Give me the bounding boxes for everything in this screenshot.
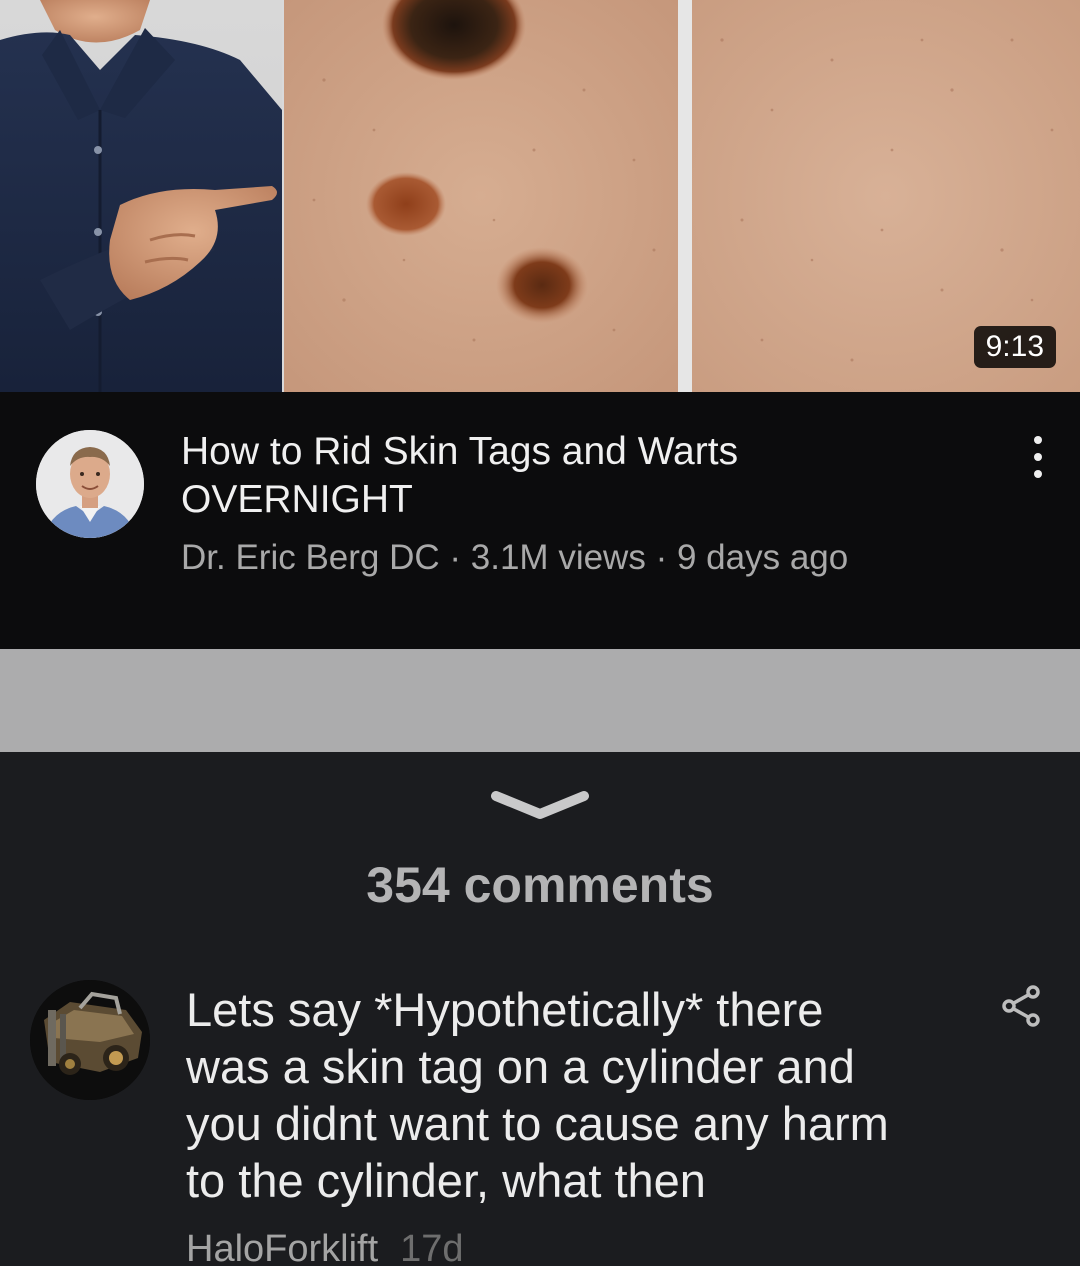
meta-separator: · <box>449 538 462 577</box>
thumbnail-skin-moles-image <box>284 0 678 392</box>
video-title[interactable]: How to Rid Skin Tags and Warts OVERNIGHT <box>181 428 941 524</box>
comment-body: Lets say *Hypothetically* there was a sk… <box>186 981 926 1209</box>
thumbnail-divider <box>678 0 692 392</box>
thumbnail-presenter-image <box>0 0 282 392</box>
comment-line: Lets say *Hypothetically* there <box>186 983 824 1036</box>
video-thumbnail[interactable]: 9:13 <box>0 0 1080 392</box>
channel-avatar[interactable] <box>36 430 144 538</box>
comments-count: 354 comments <box>366 857 714 913</box>
more-vertical-icon <box>1034 436 1042 444</box>
view-count: 3.1M views <box>470 538 646 577</box>
video-info[interactable]: How to Rid Skin Tags and Warts OVERNIGHT… <box>0 392 1080 649</box>
commenter-avatar[interactable] <box>30 980 150 1100</box>
upload-age: 9 days ago <box>676 538 849 577</box>
meta-separator: · <box>655 538 668 577</box>
video-title-line-1: How to Rid Skin Tags and Warts <box>181 430 739 473</box>
section-divider-band <box>0 649 1080 752</box>
channel-name[interactable]: Dr. Eric Berg DC <box>181 538 440 577</box>
more-vertical-icon-dot <box>1034 453 1042 461</box>
comment-line: was a skin tag on a cylinder and <box>186 1040 855 1093</box>
chevron-down-icon[interactable] <box>490 788 590 822</box>
comment-author-name[interactable]: HaloForklift <box>186 1228 378 1266</box>
video-duration-badge: 9:13 <box>973 326 1056 368</box>
comments-panel: 354 comments Lets say *Hypothetically* t… <box>0 752 1080 1266</box>
share-icon[interactable] <box>1000 984 1042 1028</box>
video-metadata: Dr. Eric Berg DC · 3.1M views · 9 days a… <box>181 538 848 578</box>
more-vertical-icon-dot <box>1034 470 1042 478</box>
comment-line: you didnt want to cause any harm <box>186 1097 889 1150</box>
comment-line: to the cylinder, what then <box>186 1154 706 1207</box>
comment-author-line: HaloForklift 17d <box>186 1228 464 1266</box>
video-title-line-2: OVERNIGHT <box>181 478 413 521</box>
more-options-button[interactable] <box>1018 432 1058 482</box>
screen: 9:13 How to Rid Skin Tags and Warts OVER… <box>0 0 1080 1266</box>
comment-age: 17d <box>400 1228 464 1266</box>
